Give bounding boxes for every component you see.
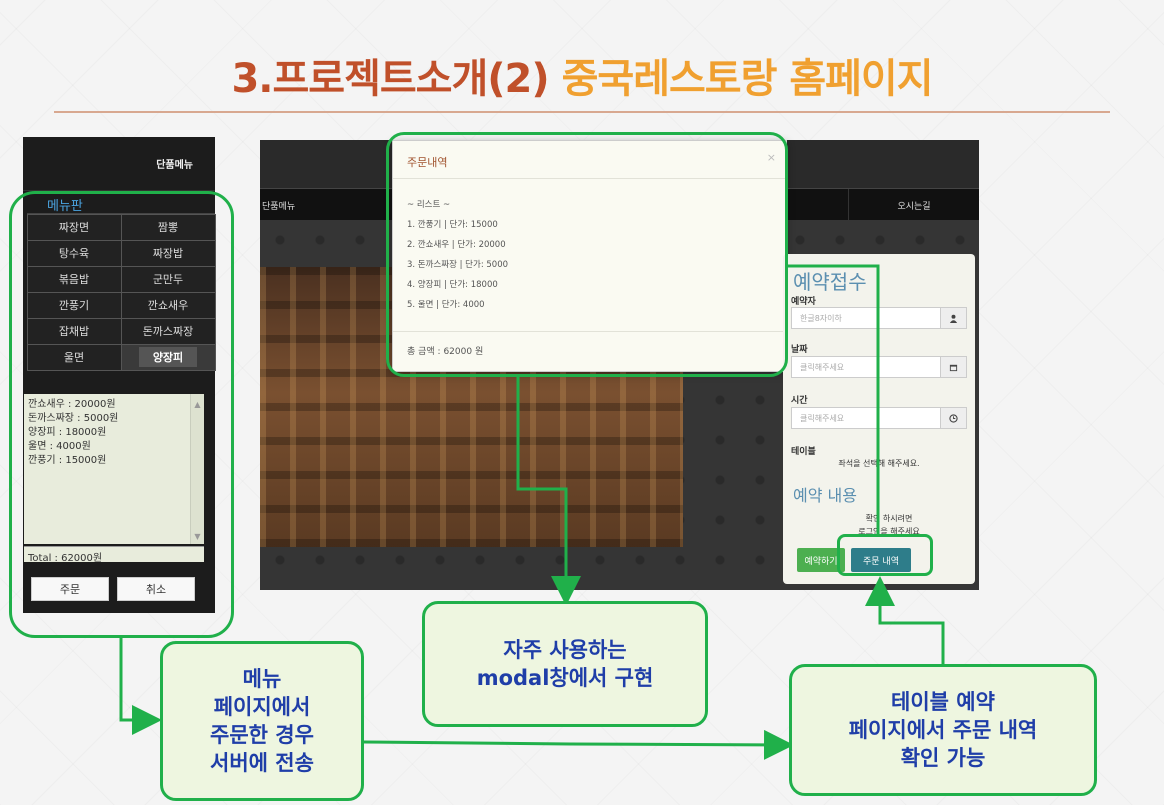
time-label: 시간: [791, 396, 808, 406]
callout-menu-line: 메뉴: [242, 667, 282, 691]
callout-reservation: 테이블 예약 페이지에서 주문 내역 확인 가능: [789, 664, 1097, 796]
callout-modal-line: modal창에서 구현: [476, 666, 654, 690]
slide-title: 3.프로젝트소개(2) 중국레스토랑 홈페이지: [0, 46, 1164, 104]
nav-item-menu[interactable]: 단품메뉴: [260, 189, 388, 221]
callout-reservation-line: 확인 가능: [900, 746, 986, 770]
clock-icon: [940, 408, 966, 428]
time-field[interactable]: 클릭해주세요: [791, 407, 967, 429]
title-divider: [54, 111, 1110, 113]
menu-header[interactable]: 단품메뉴: [23, 137, 215, 191]
callout-modal: 자주 사용하는 modal창에서 구현: [422, 601, 708, 727]
slide-title-part2: 중국레스토랑 홈페이지: [561, 56, 934, 102]
date-label: 날짜: [791, 345, 808, 355]
callout-menu-line: 주문한 경우: [210, 723, 314, 747]
nav-item-location[interactable]: 오시는길: [848, 189, 979, 221]
callout-menu-line: 페이지에서: [213, 695, 311, 719]
reservation-title: 예약접수: [793, 270, 867, 294]
reservation-content-title: 예약 내용: [793, 486, 857, 505]
slide-title-part1: 3.프로젝트소개(2): [231, 56, 549, 102]
name-field[interactable]: 한글8자이하: [791, 307, 967, 329]
callout-reservation-line: 페이지에서 주문 내역: [848, 718, 1038, 742]
callout-menu: 메뉴 페이지에서 주문한 경우 서버에 전송: [160, 641, 364, 801]
highlight-order-button-frame: [837, 534, 933, 576]
callout-reservation-line: 테이블 예약: [891, 690, 995, 714]
time-placeholder: 클릭해주세요: [800, 413, 845, 423]
highlight-modal-frame: [386, 132, 788, 377]
callout-menu-line: 서버에 전송: [210, 751, 314, 775]
table-note: 좌석을 선택해 해주세요.: [838, 459, 920, 468]
calendar-icon: [940, 357, 966, 377]
callout-modal-line: 자주 사용하는: [503, 638, 627, 662]
date-field[interactable]: 클릭해주세요: [791, 356, 967, 378]
date-placeholder: 클릭해주세요: [800, 362, 845, 372]
user-icon: [940, 308, 966, 328]
name-label: 예약자: [791, 297, 816, 307]
highlight-menu-frame: [9, 191, 234, 638]
table-label: 테이블: [791, 447, 816, 457]
content-note-1: 확인 하시려면: [865, 514, 913, 523]
name-placeholder: 한글8자이하: [800, 313, 842, 323]
